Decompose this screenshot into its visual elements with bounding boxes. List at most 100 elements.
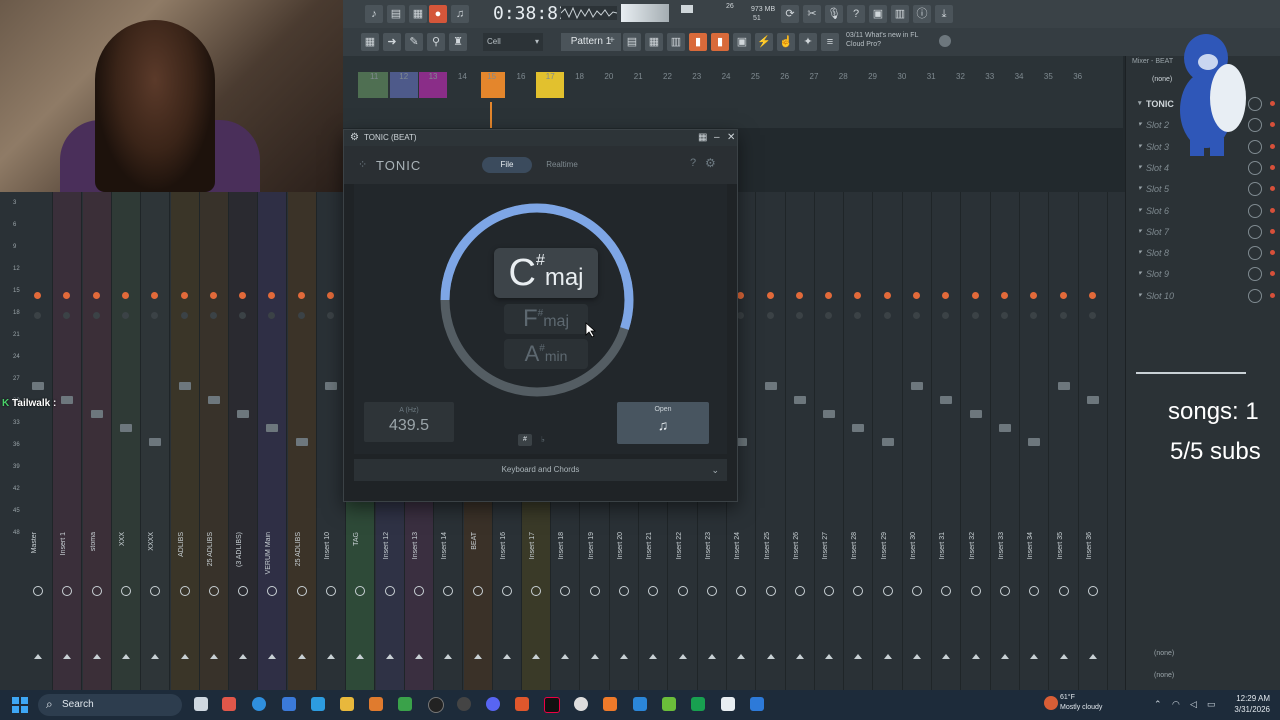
system-clock[interactable]: 12:29 AM 3/31/2026: [1222, 693, 1270, 715]
send-arrow-icon[interactable]: [34, 654, 42, 659]
volume-knob[interactable]: [971, 312, 979, 319]
volume-knob[interactable]: [942, 312, 950, 319]
route-toggle[interactable]: [501, 586, 512, 596]
volume-knob[interactable]: [795, 312, 803, 319]
volume-knob[interactable]: [268, 312, 276, 319]
volume-fader[interactable]: [32, 382, 44, 390]
send-arrow-icon[interactable]: [883, 654, 892, 659]
info-icon[interactable]: ⓘ: [913, 5, 931, 23]
send-arrow-icon[interactable]: [620, 654, 628, 659]
mixer-strip[interactable]: (3 ADLIBS): [229, 192, 259, 690]
volume-fader[interactable]: [266, 424, 279, 432]
send-arrow-icon[interactable]: [971, 654, 980, 659]
route-toggle[interactable]: [794, 586, 805, 596]
plugin-settings-icon[interactable]: ⚙: [350, 130, 359, 146]
fl-studio-icon[interactable]: [369, 697, 383, 711]
file-explorer-icon[interactable]: [340, 697, 354, 711]
pan-knob[interactable]: [942, 292, 950, 299]
fx-slot[interactable]: ▾ Slot 8: [1138, 243, 1278, 263]
route-toggle[interactable]: [531, 586, 542, 596]
pan-knob[interactable]: [766, 292, 774, 299]
volume-knob[interactable]: [1059, 312, 1067, 319]
slot-arrow-icon[interactable]: ▾: [1138, 142, 1142, 150]
plugin-titlebar[interactable]: ⚙ TONIC (BEAT) ▦ – ✕: [344, 130, 737, 146]
send-arrow-icon[interactable]: [590, 654, 599, 659]
send-arrow-icon[interactable]: [356, 654, 365, 659]
send-arrow-icon[interactable]: [1059, 654, 1068, 659]
link-icon[interactable]: ⚲: [427, 33, 445, 51]
send-arrow-icon[interactable]: [707, 654, 716, 659]
task-view-icon[interactable]: [194, 697, 208, 711]
sharp-toggle[interactable]: #: [518, 434, 532, 446]
mixer-strip[interactable]: 25 ADLIBS: [199, 192, 229, 690]
outlook-icon[interactable]: [282, 697, 296, 711]
pan-knob[interactable]: [268, 292, 276, 299]
volume-fader[interactable]: [1086, 396, 1099, 404]
toolbar-button-1[interactable]: ♪: [365, 5, 383, 23]
send-arrow-icon[interactable]: [1088, 654, 1097, 659]
save-icon[interactable]: ▣: [869, 5, 887, 23]
volume-knob[interactable]: [297, 312, 305, 319]
mixer-strip[interactable]: Insert 28: [844, 192, 874, 690]
pan-knob[interactable]: [795, 292, 803, 299]
volume-knob[interactable]: [239, 312, 247, 319]
draw-icon[interactable]: ✎: [405, 33, 423, 51]
refresh-icon[interactable]: ⟳: [781, 5, 799, 23]
send-arrow-icon[interactable]: [414, 654, 423, 659]
volume-fader[interactable]: [793, 396, 806, 404]
route-toggle[interactable]: [736, 586, 747, 596]
volume-fader[interactable]: [295, 438, 308, 446]
pan-knob[interactable]: [1030, 292, 1038, 299]
slot-enable-led[interactable]: [1270, 164, 1275, 170]
route-toggle[interactable]: [120, 586, 131, 596]
volume-fader[interactable]: [237, 410, 250, 418]
mixer-strip[interactable]: Insert 31: [932, 192, 962, 690]
send-arrow-icon[interactable]: [854, 654, 863, 659]
route-toggle[interactable]: [1029, 586, 1040, 596]
pan-knob[interactable]: [854, 292, 862, 299]
playlist-area[interactable]: [343, 56, 1123, 128]
slot-arrow-icon[interactable]: ▾: [1138, 291, 1142, 299]
volume-fader[interactable]: [325, 382, 337, 390]
slot-mix-knob[interactable]: [1248, 182, 1262, 197]
route-toggle[interactable]: [824, 586, 835, 596]
pan-knob[interactable]: [825, 292, 833, 299]
mixer-strip[interactable]: stoma: [82, 192, 112, 690]
mixer-strip[interactable]: Master: [24, 192, 53, 690]
pan-knob[interactable]: [1059, 292, 1067, 299]
volume-knob[interactable]: [180, 312, 188, 319]
route-toggle[interactable]: [677, 586, 688, 596]
volume-fader[interactable]: [90, 410, 103, 418]
discord-icon[interactable]: [486, 697, 500, 711]
app-icon-green[interactable]: [662, 697, 676, 711]
pan-knob[interactable]: [63, 292, 71, 299]
volume-knob[interactable]: [854, 312, 862, 319]
tools-icon[interactable]: ✦: [799, 33, 817, 51]
pan-knob[interactable]: [913, 292, 920, 299]
obs-icon[interactable]: [574, 697, 588, 711]
fx-slot[interactable]: ▾ Slot 4: [1138, 158, 1278, 178]
toolbar-button-3[interactable]: ▦: [409, 5, 427, 23]
help-toolbar-icon[interactable]: ?: [847, 5, 865, 23]
slot-mix-knob[interactable]: [1248, 203, 1262, 218]
news-panel[interactable]: 03/11 What's new in FL Cloud Pro?: [846, 31, 918, 49]
tray-chevron-icon[interactable]: ⌃: [1154, 699, 1162, 710]
piano-icon[interactable]: ▦: [361, 33, 379, 51]
output-selector-1[interactable]: (none): [1154, 650, 1174, 657]
send-arrow-icon[interactable]: [239, 654, 248, 659]
route-toggle[interactable]: [443, 586, 454, 596]
route-toggle[interactable]: [355, 586, 366, 596]
slot-mix-knob[interactable]: [1248, 160, 1262, 175]
mixer-strip[interactable]: Insert 29: [873, 192, 903, 690]
gear-icon[interactable]: ⚙: [705, 156, 716, 170]
slot-arrow-icon[interactable]: ▾: [1138, 163, 1142, 171]
app-icon-blue[interactable]: [750, 697, 764, 711]
route-toggle[interactable]: [179, 586, 190, 596]
slot-mix-knob[interactable]: [1248, 288, 1262, 303]
volume-fader[interactable]: [823, 410, 836, 418]
route-toggle[interactable]: [648, 586, 659, 596]
xbox-icon[interactable]: [398, 697, 412, 711]
tab-file[interactable]: File: [482, 157, 532, 173]
mixer-strip[interactable]: 25 ADLIBS: [287, 192, 317, 690]
send-arrow-icon[interactable]: [151, 654, 160, 659]
